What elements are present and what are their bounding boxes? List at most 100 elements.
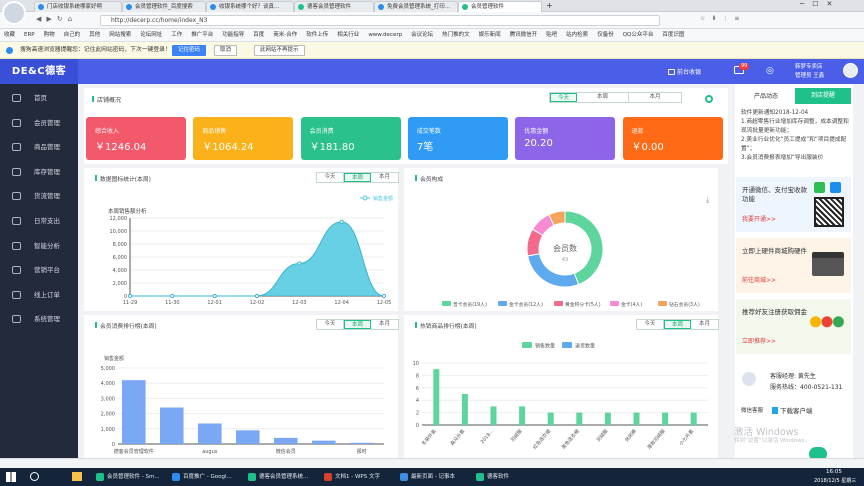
bookmark-item[interactable]: 会议论坛 — [411, 32, 433, 38]
bookmark-item[interactable]: 收藏 — [4, 32, 15, 38]
bookmark-item[interactable]: 推广平台 — [191, 32, 213, 38]
bar[interactable] — [274, 437, 298, 444]
cashier-link[interactable]: 前台收银 — [668, 67, 701, 76]
stat-card-5[interactable]: 优惠金额 20.20 — [515, 117, 616, 160]
data-point[interactable] — [170, 293, 175, 299]
browser-tab-5[interactable]: 免费会员管理系统_打印... — [374, 1, 458, 12]
data-point[interactable] — [212, 293, 217, 299]
nav-buttons[interactable]: ◀▶↻⌂ — [36, 15, 77, 23]
data-point[interactable] — [381, 293, 387, 299]
bar[interactable] — [662, 412, 669, 425]
bookmark-item[interactable]: 商米-合作 — [273, 32, 297, 38]
sidebar-item-4[interactable]: 库存管理 — [0, 160, 78, 184]
bookmark-item[interactable]: 其他 — [89, 32, 100, 38]
tab-month[interactable]: 本月 — [691, 320, 718, 329]
tab-today[interactable]: 今天 — [550, 93, 577, 102]
bar[interactable] — [160, 407, 184, 444]
tab-week[interactable]: 本周 — [344, 173, 371, 182]
bar[interactable] — [604, 412, 611, 425]
tab-store-remind[interactable]: 到店提醒 — [795, 88, 851, 104]
bookmark-item[interactable]: 功能指导 — [222, 32, 244, 38]
data-point[interactable] — [339, 219, 344, 225]
bookmark-item[interactable]: 软件上传 — [306, 32, 328, 38]
data-point[interactable] — [127, 293, 133, 299]
taskbar-app-3[interactable]: 德客会员管理系统... — [246, 469, 320, 485]
bookmark-item[interactable]: 仅备份 — [597, 32, 614, 38]
promo-payment[interactable]: 开通微信、支付宝收款功能 我要开通>> — [736, 177, 851, 232]
message-button[interactable]: 99 — [734, 63, 750, 76]
sidebar-item-9[interactable]: 线上订单 — [0, 283, 78, 307]
bookmark-item[interactable]: 购物 — [44, 32, 55, 38]
bookmark-item[interactable]: 娱乐新闻 — [479, 32, 501, 38]
bar[interactable] — [490, 406, 497, 425]
promo-hardware[interactable]: 立即上硬件商城购硬件 前往商城>> — [736, 238, 851, 293]
taskbar-app-1[interactable]: 会员管理软件 - Sm... — [94, 469, 168, 485]
legend-item[interactable]: 金卡(4人) — [610, 301, 642, 308]
download-client-link[interactable]: 下载客户端 — [772, 405, 813, 415]
sidebar-item-10[interactable]: 系统管理 — [0, 307, 78, 331]
bar[interactable] — [236, 430, 260, 444]
bookmark-item[interactable]: 自己的 — [64, 32, 81, 38]
user-avatar[interactable] — [843, 63, 858, 78]
bookmark-item[interactable]: 百度 — [253, 32, 264, 38]
bookmark-item[interactable]: QQ公众平台 — [623, 32, 654, 38]
promo-referral[interactable]: 推荐好友注册获取佣金 立即推荐>> — [736, 299, 851, 354]
stat-card-3[interactable]: 会员消费 ￥181.80 — [300, 117, 401, 160]
sidebar-item-7[interactable]: 智能分析 — [0, 234, 78, 258]
legend-item[interactable]: 退货数量 — [562, 342, 595, 350]
bookmark-item[interactable]: www.decerp — [368, 32, 402, 38]
bookmark-item[interactable]: 腾讯微信开 — [510, 32, 538, 38]
url-input[interactable]: http://decerp.cc/home/index_N3 — [100, 15, 660, 26]
bookmark-item[interactable]: ERP — [24, 32, 35, 38]
tab-month[interactable]: 本月 — [629, 93, 681, 102]
bar[interactable] — [519, 406, 526, 425]
bookmark-item[interactable]: 热门推的文 — [442, 32, 470, 38]
bar[interactable] — [350, 442, 374, 444]
bar[interactable] — [198, 423, 222, 444]
data-point[interactable] — [254, 293, 260, 299]
settings-icon[interactable] — [705, 95, 713, 103]
tab-today[interactable]: 今天 — [317, 320, 344, 329]
legend-item[interactable]: 金卡会员(12人) — [498, 301, 543, 308]
bookmark-item[interactable]: 百度识图 — [662, 32, 684, 38]
browser-tab-2[interactable]: 会员管理软件_百度搜索 — [122, 1, 206, 12]
bar[interactable] — [547, 412, 554, 425]
taskbar-app-5[interactable]: 最新页面 - 记事本 — [398, 469, 472, 485]
new-tab-button[interactable]: + — [546, 1, 553, 10]
sidebar-item-8[interactable]: 营销平台 — [0, 258, 78, 282]
sidebar-item-2[interactable]: 会员管理 — [0, 111, 78, 135]
browser-tab-3[interactable]: 收银系统哪个好？谈真... — [206, 1, 294, 12]
tab-month[interactable]: 本月 — [371, 173, 398, 182]
bar[interactable] — [690, 412, 697, 425]
never-prompt-button[interactable]: 此网站不再提示 — [254, 45, 305, 56]
bar[interactable] — [633, 412, 640, 425]
sidebar-item-3[interactable]: 商品管理 — [0, 135, 78, 159]
sidebar-item-1[interactable]: 首页 — [0, 86, 78, 110]
legend-item[interactable]: 钻石会员(3人) — [658, 301, 700, 308]
promo-link[interactable]: 前往商城>> — [742, 275, 776, 284]
legend-item[interactable]: 黄金积分卡(5人) — [554, 301, 601, 308]
bookmark-item[interactable]: 网站搜索 — [109, 32, 131, 38]
bar[interactable] — [122, 380, 146, 444]
stat-card-1[interactable]: 综合收入 ￥1246.04 — [86, 117, 186, 160]
pie-slice[interactable] — [527, 253, 580, 288]
wechat-service-link[interactable]: 微信客服 — [741, 406, 763, 414]
browser-tab-6[interactable]: 会员管理软件 — [458, 1, 542, 12]
tab-product-news[interactable]: 产品动态 — [740, 90, 792, 104]
taskbar-app-4[interactable]: 文档1 - WPS 文字 — [322, 469, 396, 485]
stat-card-4[interactable]: 成交笔数 7笔 — [407, 117, 508, 160]
browser-tab-1[interactable]: 门店收银系统哪家好啊 — [34, 1, 122, 12]
stat-card-2[interactable]: 商品销售 ￥1064.24 — [193, 117, 294, 160]
bookmark-item[interactable]: 站内检索 — [566, 32, 588, 38]
tab-week[interactable]: 本周 — [664, 320, 691, 329]
tab-today[interactable]: 今天 — [637, 320, 664, 329]
bookmark-item[interactable]: 论坛网址 — [140, 32, 162, 38]
bar[interactable] — [461, 394, 468, 425]
cancel-button[interactable]: 取消 — [214, 45, 238, 56]
explorer-icon[interactable] — [72, 472, 82, 481]
promo-link[interactable]: 我要开通>> — [742, 214, 776, 223]
browser-menu[interactable]: ☆⬇⋮≡ — [700, 15, 745, 22]
browser-avatar[interactable] — [2, 1, 26, 25]
data-point[interactable] — [297, 261, 302, 266]
bar[interactable] — [576, 412, 583, 425]
